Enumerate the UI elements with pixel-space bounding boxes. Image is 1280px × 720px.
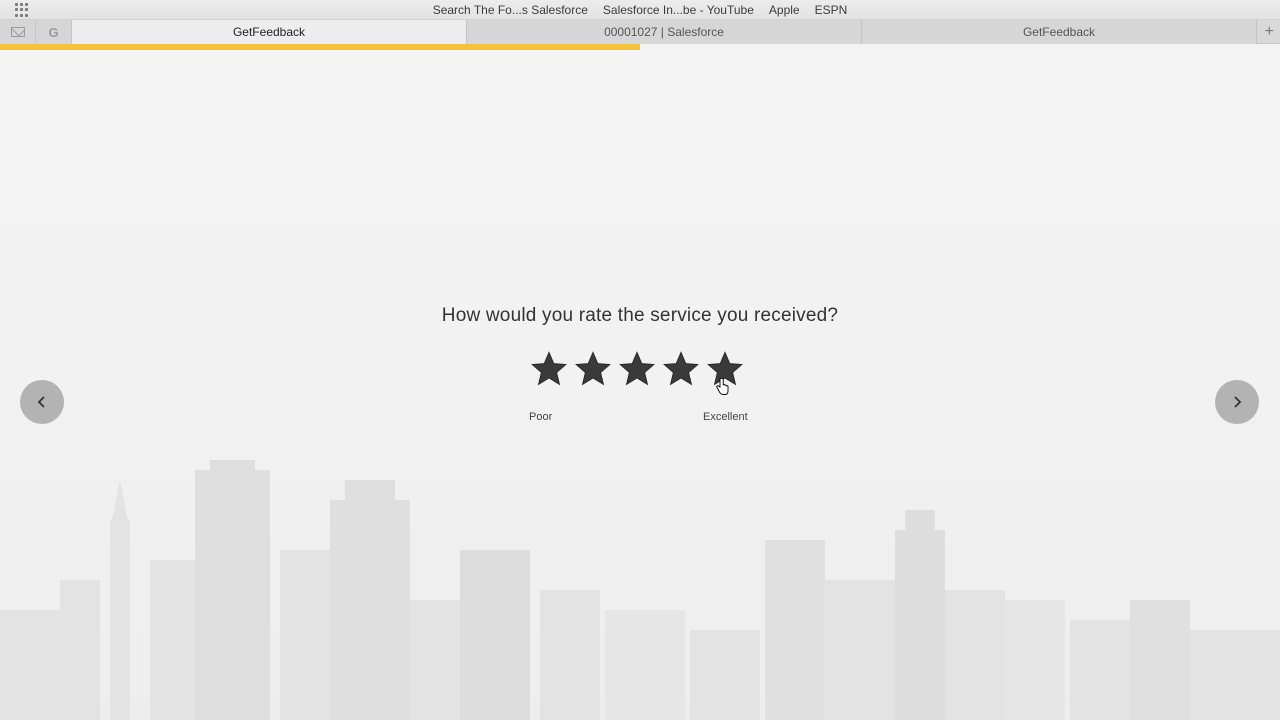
bookmark-salesforce-youtube[interactable]: Salesforce In...be - YouTube — [603, 3, 754, 17]
tab-salesforce-case[interactable]: 00001027 | Salesforce — [467, 20, 862, 44]
pinned-tab-gmail[interactable] — [0, 20, 36, 44]
star-icon[interactable] — [530, 350, 568, 388]
star-icon[interactable] — [618, 350, 656, 388]
rating-label-low: Poor — [529, 411, 553, 423]
next-question-button[interactable] — [1215, 380, 1259, 424]
star-icon[interactable] — [706, 350, 744, 388]
tab-getfeedback[interactable]: GetFeedback — [862, 20, 1257, 44]
bookmark-salesforce-search[interactable]: Search The Fo...s Salesforce — [433, 3, 588, 17]
star-icon[interactable] — [574, 350, 612, 388]
bookmarks-bar: Search The Fo...s Salesforce Salesforce … — [0, 0, 1280, 20]
survey-page: How would you rate the service you recei… — [0, 50, 1280, 720]
rating-label-high: Excellent — [703, 411, 748, 423]
tab-strip: G GetFeedback 00001027 | Salesforce GetF… — [0, 20, 1280, 44]
previous-question-button[interactable] — [20, 380, 64, 424]
star-rating[interactable] — [530, 350, 750, 390]
tab-getfeedback-active[interactable]: GetFeedback — [72, 20, 467, 44]
survey-question: How would you rate the service you recei… — [441, 305, 839, 326]
new-tab-button[interactable]: + — [1257, 20, 1280, 43]
bookmark-list: Search The Fo...s Salesforce Salesforce … — [0, 0, 1280, 20]
chevron-left-icon — [37, 396, 45, 408]
mail-icon — [10, 27, 25, 37]
google-icon: G — [48, 24, 59, 40]
star-icon[interactable] — [662, 350, 700, 388]
bookmark-apple[interactable]: Apple — [769, 3, 800, 17]
chevron-right-icon — [1234, 396, 1242, 408]
pinned-tab-google[interactable]: G — [36, 20, 72, 44]
bookmark-espn[interactable]: ESPN — [815, 3, 848, 17]
city-skyline-background — [0, 460, 1280, 720]
